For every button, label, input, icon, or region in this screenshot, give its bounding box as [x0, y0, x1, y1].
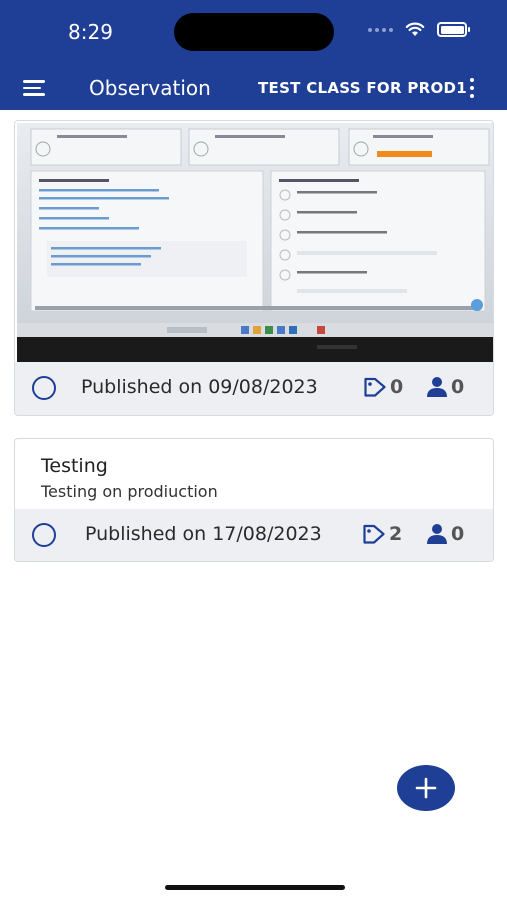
- hamburger-menu-icon[interactable]: [23, 80, 45, 96]
- select-radio[interactable]: [32, 523, 56, 547]
- observation-card[interactable]: Published on 09/08/2023 0 0: [14, 120, 494, 416]
- students-count-value: 0: [451, 376, 465, 398]
- laptop-screen-image: [17, 123, 493, 363]
- card-footer: Published on 09/08/2023 0 0: [15, 362, 493, 415]
- class-name-label[interactable]: TEST CLASS FOR PROD1: [258, 79, 467, 97]
- person-icon: [427, 524, 447, 544]
- observation-title: Testing: [41, 455, 108, 477]
- tags-count[interactable]: 2: [362, 523, 402, 545]
- tags-count[interactable]: 0: [363, 376, 403, 398]
- plus-icon: [415, 777, 437, 799]
- person-icon: [427, 377, 447, 397]
- battery-icon: [437, 22, 470, 37]
- page-title: Observation: [89, 76, 211, 100]
- add-observation-button[interactable]: [397, 765, 455, 811]
- cellular-signal-icon: [368, 27, 393, 32]
- observation-card[interactable]: Testing Testing on prodiuction Published…: [14, 438, 494, 562]
- app-header: 8:29 Observation TEST CLASS FOR PROD1: [0, 0, 507, 110]
- students-count-value: 0: [451, 523, 465, 545]
- published-date: Published on 09/08/2023: [81, 376, 318, 398]
- tag-icon: [363, 524, 385, 544]
- status-time: 8:29: [68, 20, 113, 44]
- tag-icon: [364, 377, 386, 397]
- observation-description: Testing on prodiuction: [41, 482, 218, 501]
- more-options-icon[interactable]: [467, 78, 477, 98]
- home-indicator[interactable]: [165, 885, 345, 890]
- published-date: Published on 17/08/2023: [85, 523, 322, 545]
- card-footer: Published on 17/08/2023 2 0: [15, 509, 493, 561]
- select-radio[interactable]: [32, 376, 56, 400]
- tags-count-value: 0: [390, 376, 404, 398]
- tags-count-value: 2: [389, 523, 403, 545]
- observation-photo[interactable]: [17, 123, 493, 363]
- students-count[interactable]: 0: [426, 523, 464, 545]
- status-icons: [368, 22, 470, 37]
- students-count[interactable]: 0: [426, 376, 464, 398]
- dynamic-island: [174, 13, 334, 51]
- wifi-icon: [405, 22, 425, 36]
